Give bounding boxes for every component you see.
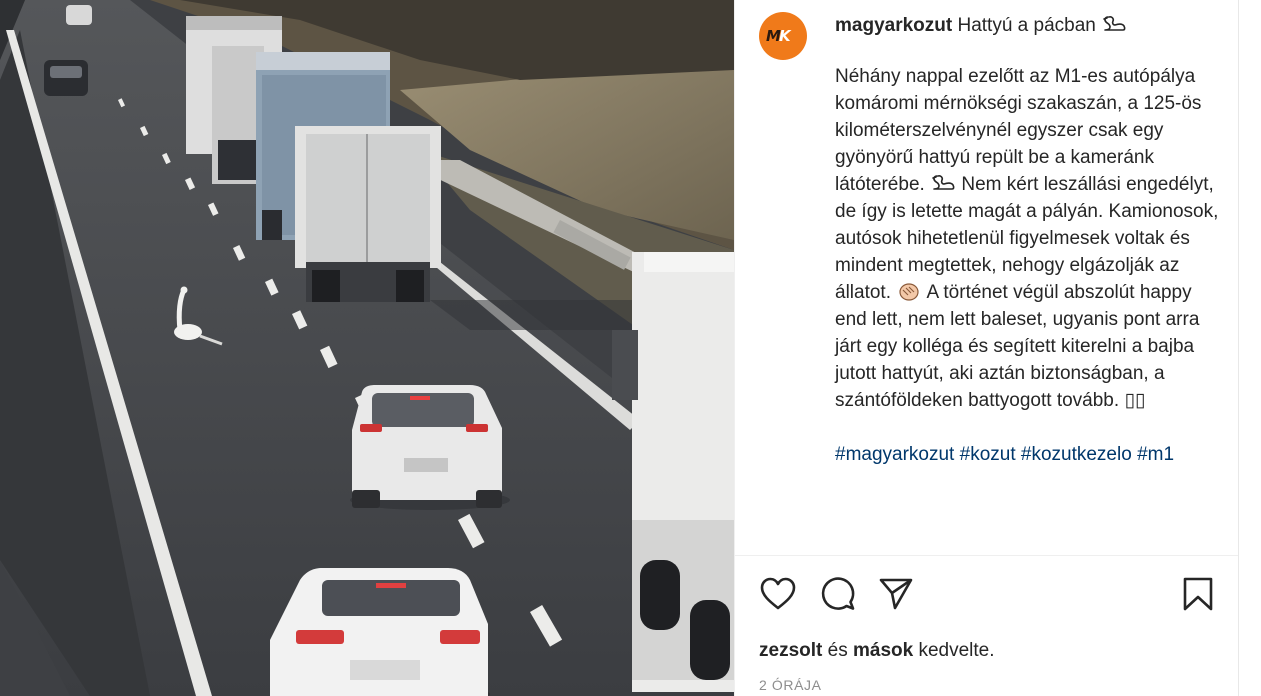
username-link[interactable]: magyarkozut xyxy=(835,15,952,36)
post-action-bar xyxy=(759,575,1229,615)
like-button[interactable] xyxy=(759,575,797,613)
section-divider xyxy=(735,555,1239,556)
post-caption: magyarkozut Hattyú a pácban Néhány nappa… xyxy=(835,12,1225,468)
post-media-video[interactable] xyxy=(0,0,734,696)
swan-icon xyxy=(932,175,955,190)
post-timestamp[interactable]: 2 ÓRÁJA xyxy=(759,677,822,693)
share-button[interactable] xyxy=(877,575,915,613)
hashtag-link[interactable]: #kozut xyxy=(960,444,1016,465)
page-scrollbar[interactable] xyxy=(1238,0,1261,696)
post-title: Hattyú a pácban xyxy=(957,15,1096,36)
comment-button[interactable] xyxy=(819,575,857,613)
hashtag-link[interactable]: #magyarkozut xyxy=(835,444,954,465)
highway-scene-image xyxy=(0,0,734,696)
hashtag-link[interactable]: #kozutkezelo xyxy=(1021,444,1132,465)
likes-and-text: és xyxy=(827,640,848,661)
post-body: Néhány nappal ezelőtt az M1-es autópálya… xyxy=(835,63,1225,414)
trailing-emoji-glyphs: ▯▯ xyxy=(1124,390,1146,411)
profile-avatar[interactable]: MK xyxy=(759,12,807,60)
bookmark-icon xyxy=(1183,577,1213,611)
magyar-kozut-logo: MK xyxy=(766,27,790,45)
liked-by-user-link[interactable]: zezsolt xyxy=(759,640,822,661)
likes-suffix-text: kedvelte. xyxy=(918,640,995,661)
liked-by-others-link[interactable]: mások xyxy=(853,640,913,661)
clapping-hands-icon xyxy=(899,283,919,301)
heart-icon xyxy=(760,577,796,610)
comment-icon xyxy=(821,577,855,610)
share-icon xyxy=(879,578,913,610)
hashtag-list: #magyarkozut #kozut #kozutkezelo #m1 xyxy=(835,441,1225,468)
hashtag-link[interactable]: #m1 xyxy=(1137,444,1174,465)
swan-icon xyxy=(1103,16,1126,31)
save-button[interactable] xyxy=(1179,575,1217,613)
post-details-panel: MK magyarkozut Hattyú a pácban Néhány na… xyxy=(734,0,1239,696)
likes-summary: zezsolt és mások kedvelte. xyxy=(759,638,995,664)
